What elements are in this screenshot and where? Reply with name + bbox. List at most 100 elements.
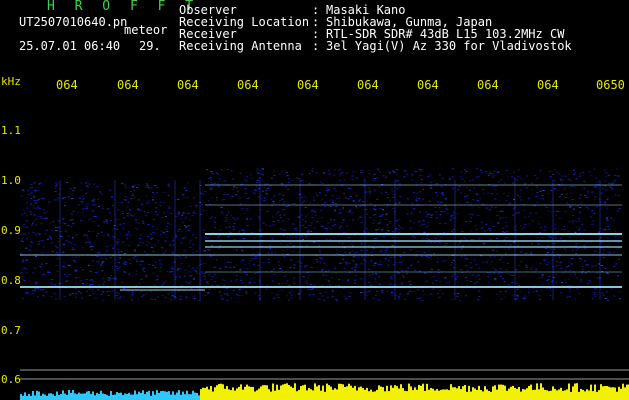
noise-dot — [312, 262, 315, 264]
noise-dot — [578, 175, 581, 177]
level-bar — [246, 384, 248, 400]
noise-dot — [472, 199, 475, 201]
level-bar — [512, 385, 514, 400]
level-bar — [612, 387, 614, 400]
noise-dot — [571, 199, 574, 200]
noise-dot — [129, 209, 131, 210]
noise-dot — [489, 256, 492, 258]
noise-dot — [555, 214, 558, 216]
noise-dot — [503, 281, 506, 283]
noise-dot — [128, 231, 130, 233]
noise-dot — [210, 255, 212, 257]
noise-dot — [536, 237, 539, 239]
noise-dot — [541, 236, 544, 238]
noise-dot — [563, 229, 566, 231]
noise-dot — [66, 182, 69, 184]
level-bar — [366, 387, 368, 400]
noise-dot — [443, 232, 445, 233]
noise-dot — [519, 189, 522, 191]
noise-dot — [418, 198, 421, 199]
noise-dot — [252, 263, 255, 265]
noise-dot — [325, 264, 328, 266]
noise-dot — [170, 224, 173, 226]
level-bar — [292, 387, 294, 400]
level-bar — [542, 387, 544, 400]
level-bar — [242, 389, 244, 400]
noise-dot — [351, 250, 354, 252]
noise-dot — [301, 174, 304, 176]
noise-dot — [64, 223, 67, 225]
noise-dot — [287, 188, 289, 190]
noise-dot — [183, 196, 186, 198]
noise-dot — [107, 208, 110, 210]
noise-dot — [224, 220, 227, 222]
noise-dot — [131, 195, 134, 196]
noise-dot — [140, 260, 143, 262]
noise-dot — [146, 185, 149, 187]
noise-dot — [132, 186, 135, 188]
noise-dot — [54, 227, 57, 228]
noise-dot — [327, 189, 330, 191]
level-bar — [556, 390, 558, 400]
noise-dot — [168, 185, 171, 187]
noise-dot — [192, 279, 195, 280]
level-bar — [496, 389, 498, 400]
noise-dot — [289, 242, 292, 244]
antenna-label: Receiving Antenna — [179, 39, 302, 53]
noise-dot — [293, 267, 296, 269]
noise-dot — [134, 256, 137, 258]
noise-dot — [131, 185, 134, 187]
noise-dot — [537, 177, 540, 179]
noise-dot — [408, 280, 411, 282]
noise-dot — [64, 205, 66, 207]
noise-dot — [563, 225, 566, 227]
noise-dot — [107, 277, 110, 278]
noise-dot — [398, 219, 401, 221]
level-bar — [528, 386, 530, 400]
noise-dot — [65, 240, 68, 242]
noise-dot — [313, 227, 316, 229]
noise-dot — [102, 299, 105, 301]
noise-dot — [338, 242, 340, 244]
noise-dot — [291, 180, 294, 182]
noise-dot — [491, 261, 494, 263]
noise-dot — [488, 171, 491, 173]
noise-dot — [106, 250, 108, 252]
noise-dot — [322, 274, 325, 276]
level-bar — [582, 389, 584, 400]
level-bar — [258, 388, 260, 400]
noise-dot — [457, 202, 460, 204]
noise-dot — [432, 282, 435, 284]
noise-dot — [262, 262, 265, 263]
noise-dot — [378, 243, 381, 245]
noise-dot — [441, 192, 444, 193]
noise-dot — [308, 173, 311, 175]
noise-dot — [430, 293, 432, 295]
noise-dot — [518, 285, 521, 286]
noise-dot — [273, 268, 275, 270]
noise-dot — [32, 195, 35, 197]
noise-dot — [236, 278, 239, 280]
noise-dot — [358, 201, 360, 202]
noise-dot — [613, 219, 616, 221]
noise-dot — [594, 196, 597, 198]
level-bar — [212, 391, 214, 400]
noise-dot — [587, 191, 590, 193]
level-bar — [194, 392, 196, 400]
noise-dot — [192, 212, 195, 214]
noise-dot — [377, 169, 380, 171]
noise-dot — [550, 211, 553, 213]
noise-dot — [239, 268, 242, 270]
noise-dot — [163, 220, 166, 222]
level-bar — [80, 393, 82, 400]
noise-dot — [348, 295, 351, 297]
noise-dot — [61, 266, 64, 268]
level-bar — [408, 383, 410, 400]
noise-dot — [273, 195, 276, 197]
level-bar — [478, 385, 480, 400]
noise-dot — [581, 223, 584, 225]
noise-dot — [63, 262, 66, 263]
noise-dot — [469, 221, 472, 223]
noise-dot — [605, 172, 608, 174]
noise-dot — [468, 244, 471, 246]
